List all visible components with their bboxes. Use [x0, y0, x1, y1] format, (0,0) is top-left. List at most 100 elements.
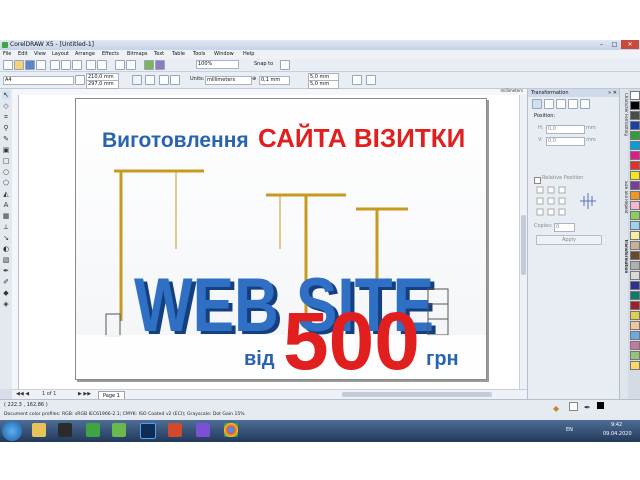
page-nav-buttons[interactable]: ◀◀ ◀: [16, 391, 29, 397]
swatch-no-color[interactable]: [630, 91, 640, 100]
treat-as-filled-icon[interactable]: [352, 75, 362, 85]
swatch-gold[interactable]: [630, 361, 640, 370]
menu-help[interactable]: Help: [243, 50, 254, 59]
start-button-icon[interactable]: [2, 421, 22, 441]
swatch-navy[interactable]: [630, 281, 640, 290]
scale-mode-icon[interactable]: [556, 99, 566, 109]
nudge-distance-field[interactable]: 0,1 mm: [259, 76, 290, 85]
apply-button[interactable]: Apply: [536, 235, 602, 245]
portrait-icon[interactable]: [132, 75, 142, 85]
horizontal-scroll-thumb[interactable]: [342, 392, 492, 397]
fill-tool-icon[interactable]: ◆: [2, 289, 10, 297]
anchor-grid[interactable]: [536, 186, 566, 216]
rectangle-tool-icon[interactable]: □: [2, 157, 10, 165]
corel-connect-icon[interactable]: [155, 60, 165, 70]
print-icon[interactable]: [36, 60, 46, 70]
dimension-tool-icon[interactable]: ⟂: [2, 223, 10, 231]
swatch-black[interactable]: [630, 101, 640, 110]
current-page-icon[interactable]: [170, 75, 180, 85]
clock-date[interactable]: 09.04.2020: [603, 431, 632, 437]
new-document-icon[interactable]: [3, 60, 13, 70]
copies-field[interactable]: 0: [554, 223, 575, 232]
position-mode-icon[interactable]: [532, 99, 542, 109]
maximize-button[interactable]: □: [608, 40, 621, 49]
menu-tools[interactable]: Tools: [193, 50, 205, 59]
menu-file[interactable]: File: [3, 50, 11, 59]
media-player-taskbar-icon[interactable]: [58, 423, 72, 437]
swatch-magenta[interactable]: [630, 151, 640, 160]
swatch-brown[interactable]: [630, 251, 640, 260]
corel-capture-taskbar-icon[interactable]: [112, 423, 126, 437]
vertical-scroll-thumb[interactable]: [521, 215, 526, 275]
h-position-field[interactable]: 0,0: [546, 125, 585, 134]
relative-position-checkbox[interactable]: [534, 177, 541, 184]
document-page[interactable]: Виготовлення САЙТА ВІЗИТКИ WEB SITE WEB …: [75, 98, 487, 380]
copy-icon[interactable]: [61, 60, 71, 70]
menu-effects[interactable]: Effects: [102, 50, 119, 59]
options-icon[interactable]: [366, 75, 376, 85]
cut-icon[interactable]: [50, 60, 60, 70]
page-size-select[interactable]: A4: [3, 76, 74, 85]
page-nav-forward[interactable]: ▶ ▶▶: [78, 391, 91, 397]
minimize-button[interactable]: –: [595, 40, 608, 49]
swatch-sky[interactable]: [630, 331, 640, 340]
import-icon[interactable]: [115, 60, 125, 70]
docker-close-icon[interactable]: » ✕: [608, 89, 617, 97]
fill-bucket-icon[interactable]: ◆: [553, 404, 559, 413]
app-launcher-icon[interactable]: [144, 60, 154, 70]
swatch-teal[interactable]: [630, 291, 640, 300]
menu-arrange[interactable]: Arrange: [75, 50, 95, 59]
clock-time[interactable]: 9:42: [611, 422, 622, 428]
save-icon[interactable]: [25, 60, 35, 70]
size-mode-icon[interactable]: [568, 99, 578, 109]
menu-layout[interactable]: Layout: [52, 50, 69, 59]
blend-tool-icon[interactable]: ◐: [2, 245, 10, 253]
menu-text[interactable]: Text: [154, 50, 164, 59]
app-taskbar-icon[interactable]: [168, 423, 182, 437]
swatch-purple[interactable]: [630, 181, 640, 190]
swatch-crimson[interactable]: [630, 301, 640, 310]
swatch-light-blue[interactable]: [630, 221, 640, 230]
swatch-cyan[interactable]: [630, 141, 640, 150]
crop-tool-icon[interactable]: ⌗: [2, 113, 10, 121]
table-tool-icon[interactable]: ▦: [2, 212, 10, 220]
swatch-sage[interactable]: [630, 351, 640, 360]
page-height-field[interactable]: 297,0 mm: [86, 80, 119, 89]
outline-swatch[interactable]: [597, 402, 604, 409]
polygon-tool-icon[interactable]: ⬠: [2, 179, 10, 187]
swatch-yellow[interactable]: [630, 171, 640, 180]
interactive-fill-icon[interactable]: ◈: [2, 300, 10, 308]
skew-mode-icon[interactable]: [580, 99, 590, 109]
swatch-light-yellow[interactable]: [630, 231, 640, 240]
swatch-olive-yellow[interactable]: [630, 311, 640, 320]
menu-table[interactable]: Table: [172, 50, 185, 59]
export-icon[interactable]: [126, 60, 136, 70]
duplicate-y-field[interactable]: 5,0 mm: [308, 80, 339, 89]
coreldraw-taskbar-icon[interactable]: [86, 423, 100, 437]
menu-window[interactable]: Window: [214, 50, 234, 59]
text-tool-icon[interactable]: A: [2, 201, 10, 209]
swatch-peach[interactable]: [630, 321, 640, 330]
menu-edit[interactable]: Edit: [18, 50, 28, 59]
v-position-field[interactable]: 0,0: [546, 137, 585, 146]
swatch-gray[interactable]: [630, 261, 640, 270]
snap-to-menu[interactable]: Snap to: [254, 61, 273, 68]
outline-pen-icon[interactable]: ✐: [2, 278, 10, 286]
rotate-mode-icon[interactable]: [544, 99, 554, 109]
viber-taskbar-icon[interactable]: [196, 423, 210, 437]
language-indicator[interactable]: EN: [566, 427, 573, 433]
swatch-dark-gray[interactable]: [630, 111, 640, 120]
paste-icon[interactable]: [72, 60, 82, 70]
shape-tool-icon[interactable]: ◇: [2, 102, 10, 110]
chrome-taskbar-icon[interactable]: [224, 423, 238, 437]
swatch-light-gray[interactable]: [630, 271, 640, 280]
close-button[interactable]: ✕: [621, 40, 639, 49]
swatch-mauve[interactable]: [630, 341, 640, 350]
redo-icon[interactable]: [97, 60, 107, 70]
connector-tool-icon[interactable]: ↘: [2, 234, 10, 242]
transparency-tool-icon[interactable]: ▧: [2, 256, 10, 264]
freehand-tool-icon[interactable]: ✎: [2, 135, 10, 143]
swatch-pink[interactable]: [630, 201, 640, 210]
smart-fill-icon[interactable]: ▣: [2, 146, 10, 154]
menu-view[interactable]: View: [34, 50, 46, 59]
